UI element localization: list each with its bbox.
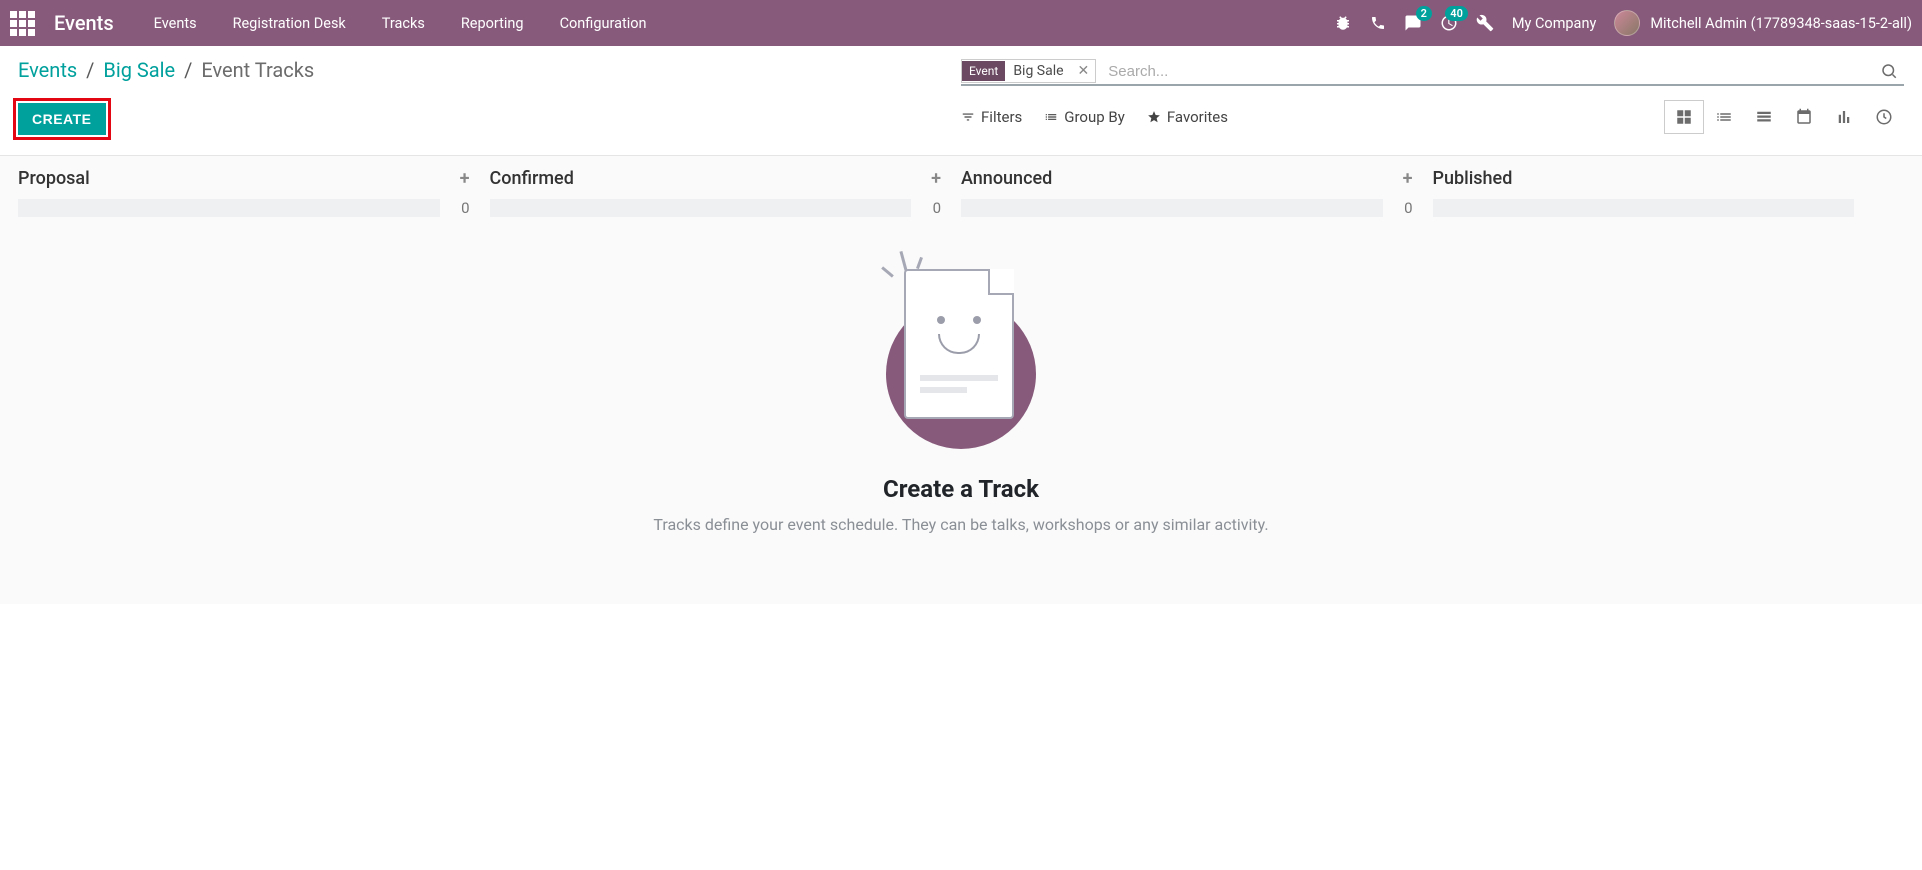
kanban-col-confirmed: Confirmed + 0 <box>490 168 962 217</box>
search-tag-value: Big Sale <box>1005 60 1071 82</box>
breadcrumb-big-sale[interactable]: Big Sale <box>103 58 175 82</box>
graph-view-icon[interactable] <box>1824 100 1864 134</box>
user-menu[interactable]: Mitchell Admin (17789348-saas-15-2-all) <box>1614 10 1912 36</box>
create-highlight: CREATE <box>13 98 111 140</box>
menu-registration-desk[interactable]: Registration Desk <box>233 15 346 32</box>
app-name[interactable]: Events <box>54 11 114 35</box>
menu-reporting[interactable]: Reporting <box>461 15 524 32</box>
col-placeholder <box>18 199 440 217</box>
star-icon <box>1147 110 1161 124</box>
messages-badge: 2 <box>1416 6 1432 21</box>
search-bar: Event Big Sale ✕ <box>961 58 1904 86</box>
breadcrumb: Events / Big Sale / Event Tracks <box>18 58 961 82</box>
col-placeholder <box>490 199 912 217</box>
breadcrumb-current: Event Tracks <box>201 58 314 82</box>
kanban-board: Proposal + 0 Confirmed + 0 Announced + 0… <box>0 156 1922 229</box>
create-button[interactable]: CREATE <box>18 103 106 135</box>
kanban-col-announced: Announced + 0 <box>961 168 1433 217</box>
list-view-icon[interactable] <box>1704 100 1744 134</box>
bug-icon[interactable] <box>1334 14 1352 32</box>
menu-events[interactable]: Events <box>154 15 197 32</box>
kanban-col-proposal: Proposal + 0 <box>18 168 490 217</box>
kanban-col-published: Published <box>1433 168 1905 217</box>
menu-configuration[interactable]: Configuration <box>560 15 647 32</box>
empty-title: Create a Track <box>20 475 1902 503</box>
activity-view-icon[interactable] <box>1864 100 1904 134</box>
phone-icon[interactable] <box>1370 15 1386 31</box>
tools-icon[interactable] <box>1476 14 1494 32</box>
view-switcher <box>1664 100 1904 134</box>
search-icon[interactable] <box>1874 58 1904 84</box>
top-navbar: Events Events Registration Desk Tracks R… <box>0 0 1922 46</box>
filters-button[interactable]: Filters <box>961 108 1022 126</box>
company-selector[interactable]: My Company <box>1512 15 1596 32</box>
breadcrumb-events[interactable]: Events <box>18 58 77 82</box>
col-placeholder <box>1433 199 1855 217</box>
activities-badge: 40 <box>1445 6 1468 21</box>
user-name: Mitchell Admin (17789348-saas-15-2-all) <box>1650 15 1912 32</box>
filter-icon <box>961 110 975 124</box>
favorites-button[interactable]: Favorites <box>1147 108 1228 126</box>
apps-menu-icon[interactable] <box>10 11 40 36</box>
calendar-view-icon[interactable] <box>1784 100 1824 134</box>
search-input[interactable] <box>1102 59 1874 84</box>
avatar <box>1614 10 1640 36</box>
col-title[interactable]: Announced <box>961 168 1052 189</box>
col-add-icon[interactable]: + <box>1403 168 1413 189</box>
main-menu: Events Registration Desk Tracks Reportin… <box>154 15 647 32</box>
menu-tracks[interactable]: Tracks <box>382 15 425 32</box>
search-tag-event: Event Big Sale ✕ <box>961 59 1096 83</box>
list-icon <box>1044 110 1058 124</box>
empty-desc: Tracks define your event schedule. They … <box>20 515 1902 534</box>
control-panel: Events / Big Sale / Event Tracks CREATE … <box>0 46 1922 156</box>
col-title[interactable]: Confirmed <box>490 168 574 189</box>
col-title[interactable]: Proposal <box>18 168 90 189</box>
col-count: 0 <box>1393 199 1413 217</box>
col-add-icon[interactable]: + <box>460 168 470 189</box>
col-placeholder <box>961 199 1383 217</box>
activities-icon[interactable]: 40 <box>1440 14 1458 32</box>
col-add-icon[interactable]: + <box>931 168 941 189</box>
col-count: 0 <box>921 199 941 217</box>
group-by-button[interactable]: Group By <box>1044 108 1125 126</box>
messages-icon[interactable]: 2 <box>1404 14 1422 32</box>
col-title[interactable]: Published <box>1433 168 1513 189</box>
form-view-icon[interactable] <box>1744 100 1784 134</box>
empty-illustration <box>886 299 1036 449</box>
empty-state: Create a Track Tracks define your event … <box>0 229 1922 604</box>
search-tag-type: Event <box>962 61 1005 81</box>
kanban-view-icon[interactable] <box>1664 100 1704 134</box>
search-tag-close-icon[interactable]: ✕ <box>1072 63 1096 79</box>
col-count: 0 <box>450 199 470 217</box>
